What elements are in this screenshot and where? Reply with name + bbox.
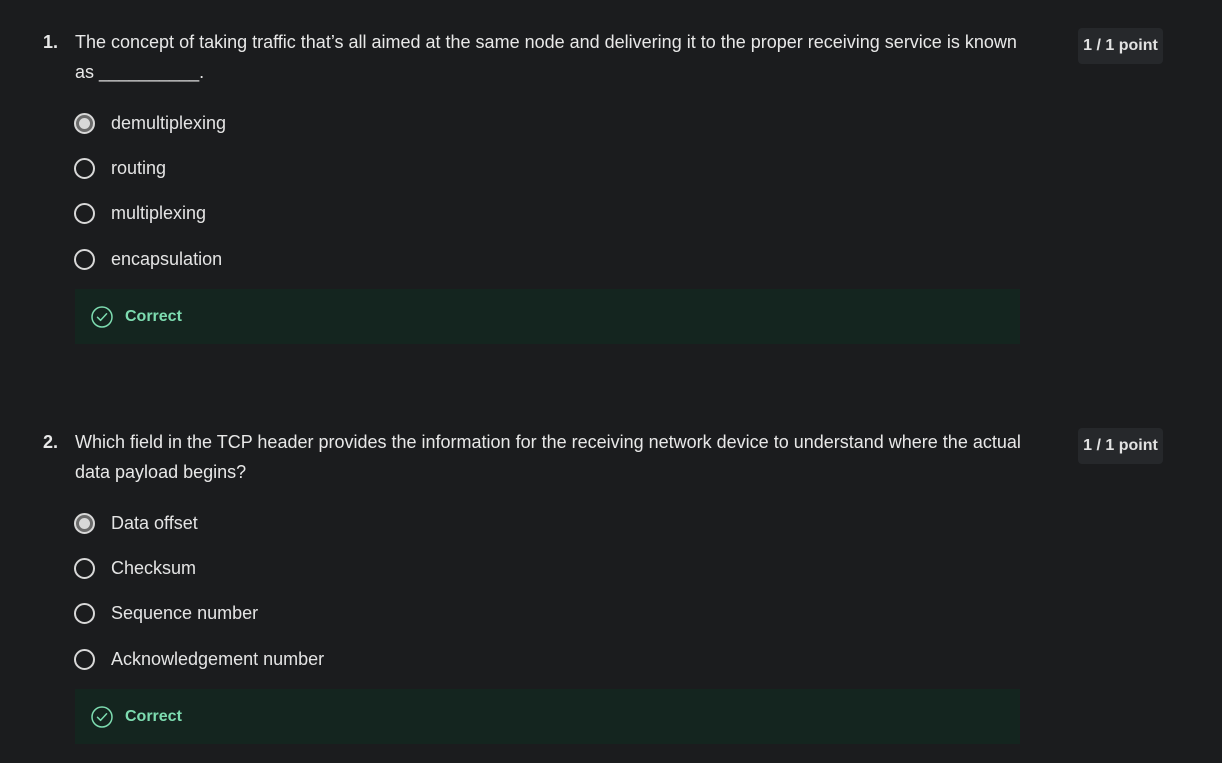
question-text: The concept of taking traffic that’s all… [75, 32, 1017, 82]
option-label: encapsulation [111, 248, 223, 269]
check-circle-icon [91, 305, 113, 328]
radio-icon[interactable] [74, 557, 95, 579]
option-demultiplexing[interactable]: demultiplexing [74, 109, 226, 137]
option-encapsulation[interactable]: encapsulation [74, 245, 222, 273]
radio-selected-icon[interactable] [74, 512, 95, 534]
points-badge: 1 / 1 point [1078, 428, 1163, 464]
feedback-label: Correct [125, 307, 182, 325]
option-checksum[interactable]: Checksum [74, 554, 196, 582]
radio-icon[interactable] [74, 602, 95, 624]
radio-icon[interactable] [74, 202, 95, 224]
option-label: Checksum [111, 557, 197, 578]
question-number: 1. [43, 32, 59, 52]
check-circle-icon [91, 705, 113, 728]
option-label: Acknowledgement number [111, 648, 325, 669]
radio-icon[interactable] [74, 248, 95, 270]
question-text: Which field in the TCP header provides t… [75, 432, 1021, 482]
option-label: routing [111, 157, 167, 178]
feedback-label: Correct [125, 707, 182, 725]
points-badge: 1 / 1 point [1078, 28, 1163, 64]
option-data-offset[interactable]: Data offset [74, 509, 198, 537]
option-label: multiplexing [111, 202, 207, 223]
option-sequence-number[interactable]: Sequence number [74, 599, 258, 627]
option-label: demultiplexing [111, 112, 227, 133]
radio-icon[interactable] [74, 648, 95, 670]
radio-selected-icon[interactable] [74, 112, 95, 134]
option-routing[interactable]: routing [74, 154, 166, 182]
option-multiplexing[interactable]: multiplexing [74, 199, 206, 227]
option-label: Sequence number [111, 602, 259, 623]
option-label: Data offset [111, 512, 198, 533]
radio-icon[interactable] [74, 157, 95, 179]
question-number: 2. [43, 432, 59, 452]
feedback-correct: Correct [75, 689, 1020, 744]
feedback-correct: Correct [75, 289, 1020, 344]
option-acknowledgement-number[interactable]: Acknowledgement number [74, 645, 324, 673]
